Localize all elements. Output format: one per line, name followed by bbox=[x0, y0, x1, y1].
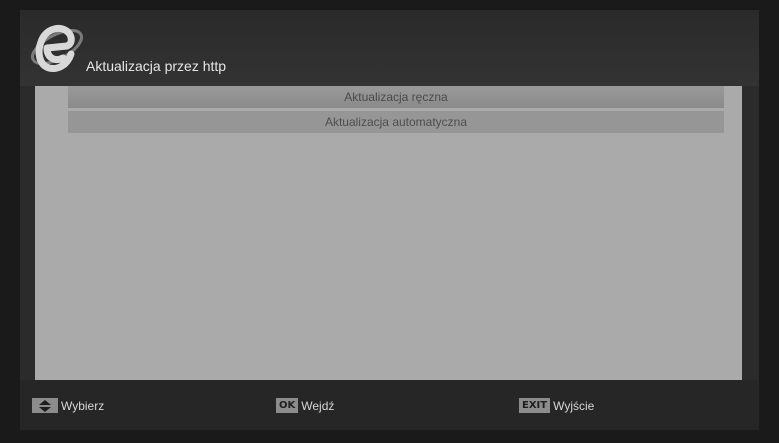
footer-bar bbox=[20, 380, 759, 430]
hint-enter: OK Wejdź bbox=[276, 398, 334, 413]
ok-key-badge: OK bbox=[276, 398, 299, 413]
menu-panel: Aktualizacja ręczna Aktualizacja automat… bbox=[35, 86, 742, 380]
hint-select-label: Wybierz bbox=[61, 398, 105, 413]
e-logo-icon bbox=[31, 25, 83, 72]
up-down-arrows-icon bbox=[32, 398, 58, 413]
page-title: Aktualizacja przez http bbox=[86, 58, 227, 74]
menu-item-label: Aktualizacja ręczna bbox=[344, 90, 448, 104]
hint-select: Wybierz bbox=[32, 398, 104, 413]
hint-exit: EXIT Wyjście bbox=[519, 398, 594, 413]
menu-item-label: Aktualizacja automatyczna bbox=[324, 115, 468, 129]
header-bar bbox=[20, 10, 759, 86]
hint-exit-label: Wyjście bbox=[553, 398, 595, 413]
hint-enter-label: Wejdź bbox=[301, 398, 335, 413]
menu-item-automatic-update[interactable]: Aktualizacja automatyczna bbox=[68, 111, 724, 133]
update-screen: Aktualizacja przez http Aktualizacja ręc… bbox=[0, 0, 779, 443]
exit-key-badge: EXIT bbox=[519, 398, 551, 413]
menu-item-manual-update[interactable]: Aktualizacja ręczna bbox=[68, 86, 724, 108]
